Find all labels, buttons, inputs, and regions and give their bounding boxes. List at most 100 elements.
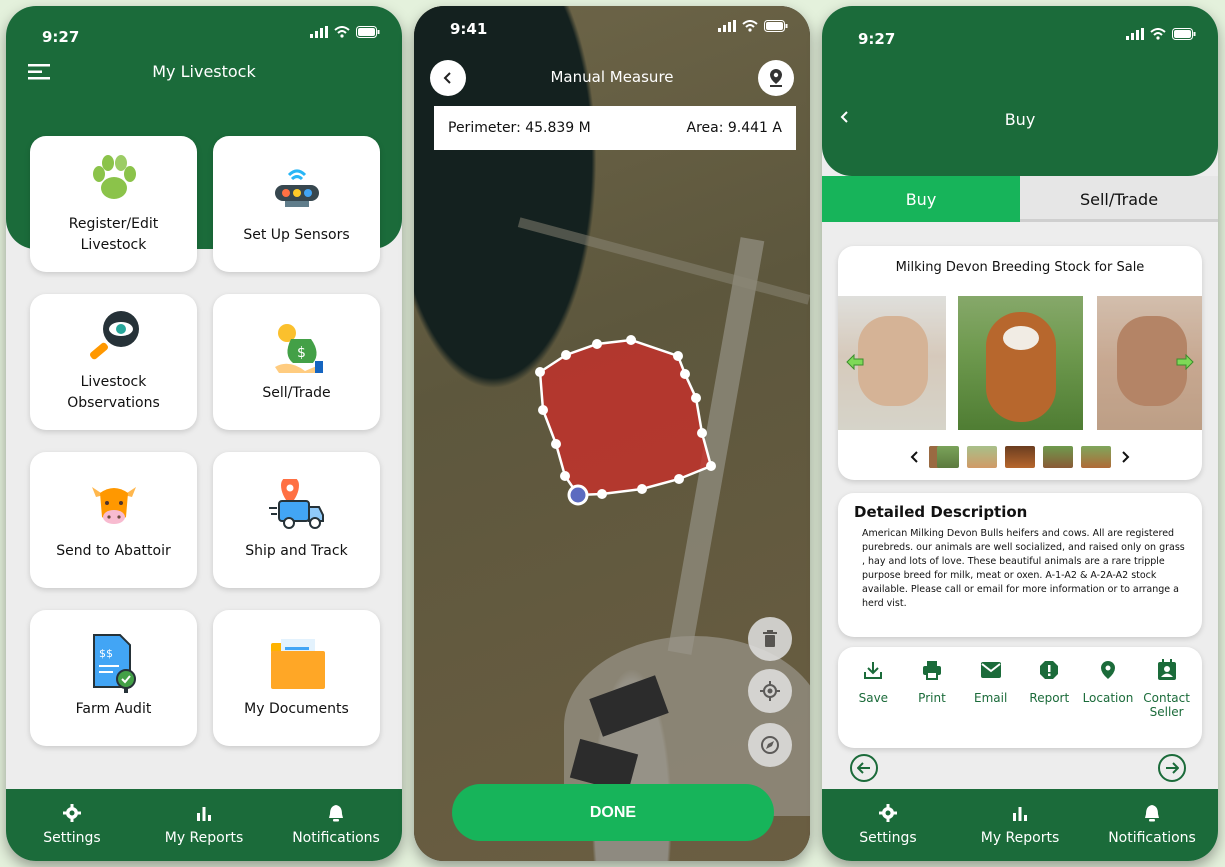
nav-settings[interactable]: Settings [828,804,948,846]
thumbnail[interactable] [1005,446,1035,468]
thumbnail[interactable] [967,446,997,468]
tile-label: Sell/Trade [262,384,331,401]
carousel-next-arrow-icon[interactable] [1176,354,1194,370]
bar-chart-icon [197,807,211,821]
trash-icon [763,630,777,647]
arrow-left-icon [857,762,870,774]
ship-and-track-tile[interactable]: Ship and Track [213,452,380,588]
tab-bar: Buy Sell/Trade [822,176,1218,222]
carousel-prev-arrow-icon[interactable] [846,354,864,370]
compass-button[interactable] [748,723,792,767]
compass-icon [761,736,779,754]
thumbnail-next-icon[interactable] [1119,450,1131,464]
nav-notifications[interactable]: Notifications [1092,804,1212,846]
tile-label: Set Up Sensors [243,226,350,243]
cow-photo-main[interactable] [958,296,1083,430]
tile-label: Farm Audit [75,700,152,717]
bell-icon [1145,805,1159,822]
battery-icon [1172,28,1196,40]
nav-label: Settings [43,830,101,846]
nav-label: My Reports [164,830,244,846]
my-documents-tile[interactable]: My Documents [213,610,380,746]
nav-label: My Reports [980,830,1060,846]
nav-notifications[interactable]: Notifications [276,804,396,846]
nav-label: Notifications [292,830,380,846]
status-bar: 9:27 [822,6,1218,50]
sell-trade-tile[interactable]: $ Sell/Trade [213,294,380,430]
send-to-abattoir-tile[interactable]: Send to Abattoir [30,452,197,588]
status-time: 9:27 [42,28,80,46]
tab-sell-trade[interactable]: Sell/Trade [1020,176,1218,222]
thumbnail[interactable] [1081,446,1111,468]
page-title: Buy [1004,110,1036,129]
bell-icon [329,805,343,822]
print-button[interactable]: Print [904,659,960,719]
eye-magnifier-icon [84,310,144,362]
svg-text:$$: $$ [99,647,113,660]
tile-label: Register/Edit Livestock [68,216,159,253]
location-button[interactable]: Location [1080,659,1136,719]
phone-my-livestock: 9:27 My Livestock Register/Edit Livestoc… [6,6,402,861]
location-pin-icon [1100,659,1116,681]
status-icons [310,26,380,38]
action-row: Save Print Email Report Location Contact… [838,659,1202,719]
thumbnail-strip [838,446,1202,468]
description-card: Detailed Description American Milking De… [838,493,1202,637]
audit-document-icon: $$ [84,633,144,693]
tile-label: Ship and Track [245,542,348,559]
description-title: Detailed Description [854,503,1028,521]
money-bag-icon: $ [267,321,327,373]
listing-card: Milking Devon Breeding Stock for Sale [838,246,1202,480]
next-listing-button[interactable] [1158,754,1186,782]
bar-chart-icon [1013,807,1027,821]
save-button[interactable]: Save [845,659,901,719]
paw-icon [84,152,144,204]
wifi-icon [1150,28,1166,40]
delivery-truck-icon [267,478,327,531]
image-carousel[interactable] [838,296,1202,430]
livestock-observations-tile[interactable]: Livestock Observations [30,294,197,430]
nav-my-reports[interactable]: My Reports [960,804,1080,846]
nav-label: Settings [859,830,917,846]
arrow-right-icon [1166,762,1179,774]
delete-button[interactable] [748,617,792,661]
status-icons [1126,28,1196,40]
svg-text:$: $ [297,345,306,361]
email-icon [980,659,1002,681]
done-button[interactable]: DONE [452,784,774,841]
thumbnail[interactable] [1043,446,1073,468]
signal-icon [310,26,328,38]
cow-head-icon [84,479,144,531]
thumbnail-prev-icon[interactable] [909,450,921,464]
report-icon [1039,659,1059,681]
print-icon [922,659,942,681]
register-edit-livestock-tile[interactable]: Register/Edit Livestock [30,136,197,272]
email-button[interactable]: Email [963,659,1019,719]
actions-card: Save Print Email Report Location Contact… [838,647,1202,748]
download-icon [863,659,883,681]
tile-label: Livestock Observations [67,374,160,411]
tab-buy[interactable]: Buy [822,176,1020,222]
listing-title: Milking Devon Breeding Stock for Sale [895,260,1145,275]
status-bar: 9:27 [6,6,402,50]
page-title: My Livestock [152,62,256,81]
action-label: Location [1082,691,1134,705]
contact-seller-button[interactable]: Contact Seller [1139,659,1195,719]
farm-audit-tile[interactable]: $$ Farm Audit [30,610,197,746]
tile-label: My Documents [244,700,349,717]
nav-settings[interactable]: Settings [12,804,132,846]
action-label: Contact Seller [1143,691,1190,719]
nav-my-reports[interactable]: My Reports [144,804,264,846]
thumbnail[interactable] [929,446,959,468]
tile-label: Send to Abattoir [56,542,171,559]
report-button[interactable]: Report [1021,659,1077,719]
previous-listing-button[interactable] [850,754,878,782]
signal-icon [1126,28,1144,40]
my-location-button[interactable] [748,669,792,713]
wifi-icon [334,26,350,38]
description-text: American Milking Devon Bulls heifers and… [862,528,1185,609]
action-label: Report [1029,691,1070,705]
set-up-sensors-tile[interactable]: Set Up Sensors [213,136,380,272]
nav-label: Notifications [1108,830,1196,846]
folder-icon [267,637,327,689]
